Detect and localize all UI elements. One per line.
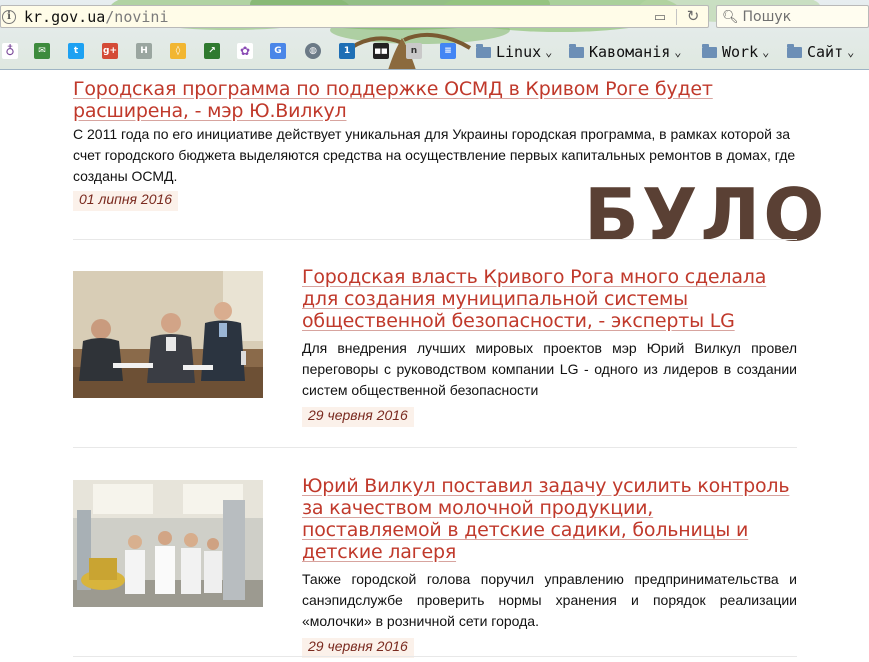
n-icon[interactable]: n: [406, 43, 422, 59]
news-summary: Также городской голова поручил управлени…: [302, 571, 797, 629]
globe-icon[interactable]: ◍: [305, 43, 321, 59]
url-text[interactable]: kr.gov.ua/novini: [24, 8, 169, 26]
news-list: Городская программа по поддержке ОСМД в …: [0, 70, 869, 662]
news-divider: [73, 239, 797, 240]
twitter-icon[interactable]: t: [68, 43, 84, 59]
tor-icon[interactable]: ♁: [2, 43, 18, 59]
news-title-link[interactable]: Юрий Вилкул поставил задачу усилить конт…: [302, 475, 797, 563]
h-icon[interactable]: H: [136, 43, 152, 59]
chevron-down-icon: ⌄: [762, 45, 770, 59]
news-divider: [73, 447, 797, 448]
arrow-icon[interactable]: ↗: [204, 43, 220, 59]
mail-icon[interactable]: ✉: [34, 43, 50, 59]
folder-label: Work: [722, 43, 759, 61]
url-separator: [676, 9, 677, 25]
folder-label: Сайт: [807, 43, 844, 61]
calendar-day: 1: [343, 46, 351, 56]
news-date: 29 червня 2016: [302, 638, 414, 658]
news-title-link[interactable]: Городская программа по поддержке ОСМД в …: [73, 78, 793, 122]
reader-view-icon[interactable]: ▭: [651, 9, 669, 25]
news-item: Городская власть Кривого Рога много сдел…: [302, 266, 797, 427]
docs-icon[interactable]: ≡: [440, 43, 456, 59]
bulo-overlay-label: БУЛО: [584, 173, 828, 257]
reload-icon[interactable]: ↻: [684, 9, 702, 25]
chevron-down-icon: ⌄: [545, 45, 553, 59]
folder-icon: [787, 43, 802, 58]
chevron-down-icon: ⌄: [674, 45, 682, 59]
address-bar[interactable]: i kr.gov.ua/novini ▭ ↻: [0, 5, 709, 28]
news-summary: Для внедрения лучших мировых проектов мэ…: [302, 340, 797, 398]
folder-icon: [476, 43, 491, 58]
bookmark-folder-work[interactable]: Work ⌄: [702, 42, 769, 62]
folder-icon: [702, 43, 717, 58]
bookmarks-toolbar: ♁ ✉ t g+ H ◊ ↗ ✿ G ◍ 1 ■■ n ≡ Linux ⌄ Кав…: [0, 41, 869, 63]
news-divider: [73, 656, 797, 657]
news-date: 01 липня 2016: [73, 191, 179, 211]
google-plus-icon[interactable]: g+: [102, 43, 118, 59]
browser-chrome: i kr.gov.ua/novini ▭ ↻ 🔍︎ Пошук ♁ ✉ t g+…: [0, 0, 869, 70]
url-path: /novini: [105, 7, 169, 26]
chevron-down-icon: ⌄: [847, 45, 855, 59]
calendar-icon[interactable]: 1: [339, 43, 355, 59]
news-date: 29 червня 2016: [302, 407, 414, 427]
news-title-link[interactable]: Городская власть Кривого Рога много сдел…: [302, 266, 797, 332]
meeting-photo-image: [73, 271, 263, 398]
search-bar[interactable]: 🔍︎ Пошук: [716, 5, 869, 28]
puzzle-icon[interactable]: ✿: [237, 43, 253, 59]
info-icon[interactable]: i: [2, 9, 16, 24]
search-placeholder: Пошук: [742, 8, 792, 25]
translate-icon[interactable]: G: [270, 43, 286, 59]
folder-label: Кавоманія: [589, 43, 671, 61]
folder-icon: [569, 43, 584, 58]
bookmark-folder-linux[interactable]: Linux ⌄: [476, 42, 552, 62]
url-host: kr.gov.ua: [24, 7, 106, 26]
folder-label: Linux: [496, 43, 542, 61]
news-photo-meeting[interactable]: [73, 271, 263, 398]
news-item: Юрий Вилкул поставил задачу усилить конт…: [302, 475, 797, 658]
bookmark-folder-sait[interactable]: Сайт ⌄: [787, 42, 854, 62]
search-icon: 🔍︎: [722, 8, 739, 24]
dark-icon[interactable]: ■■: [373, 43, 389, 59]
news-photo-dairy[interactable]: [73, 480, 263, 607]
bookmark-folder-kavomania[interactable]: Кавоманія ⌄: [569, 42, 682, 62]
dairy-photo-image: [73, 480, 263, 607]
lightbulb-icon[interactable]: ◊: [170, 43, 186, 59]
